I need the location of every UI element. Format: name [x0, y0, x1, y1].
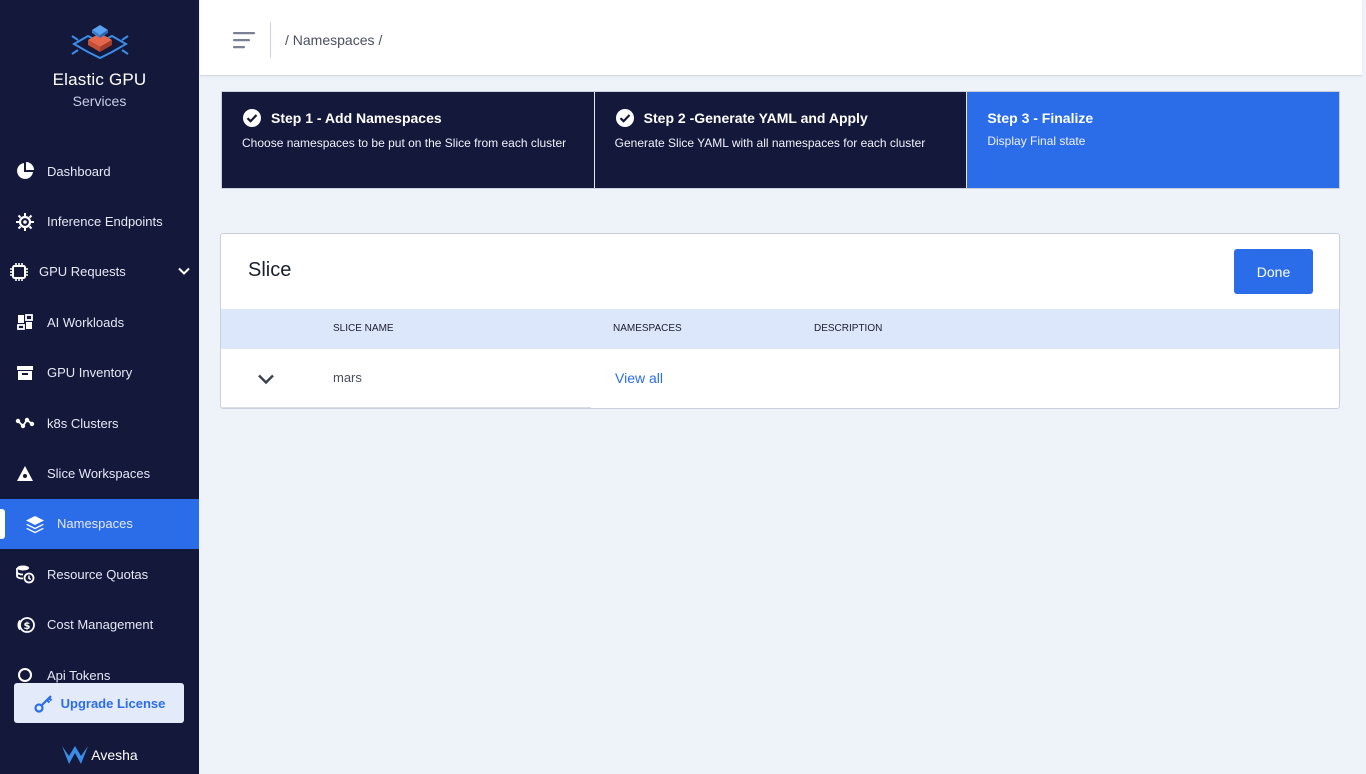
sidebar-item-slice-workspaces[interactable]: Slice Workspaces [0, 448, 199, 498]
sidebar-item-gpu-requests[interactable]: GPU Requests [0, 247, 199, 297]
dashboard-blocks-icon [14, 311, 36, 333]
dollar-coins-icon: $ [14, 614, 36, 636]
upgrade-license-button[interactable]: Upgrade License [14, 683, 184, 723]
svg-text:$: $ [24, 621, 31, 632]
avesha-label: Avesha [91, 747, 138, 763]
sidebar-item-resource-quotas[interactable]: Resource Quotas [0, 549, 199, 599]
archive-box-icon [14, 362, 36, 384]
sidebar-item-ai-workloads[interactable]: AI Workloads [0, 297, 199, 347]
stepper: Step 1 - Add Namespaces Choose namespace… [221, 91, 1340, 189]
column-header-slice-name: SLICE NAME [333, 323, 394, 334]
elastic-gpu-logo-icon [70, 25, 129, 60]
column-header-namespaces: NAMESPACES [613, 323, 682, 334]
brand-subtitle: Services [72, 93, 127, 109]
chip-icon [8, 261, 30, 283]
view-all-namespaces-link[interactable]: View all [615, 370, 663, 386]
sidebar-item-label: Dashboard [47, 163, 111, 179]
avesha-logo-icon [62, 746, 89, 764]
card-title: Slice [248, 259, 292, 281]
sidebar-item-k8s-clusters[interactable]: k8s Clusters [0, 398, 199, 448]
sidebar-item-label: GPU Inventory [47, 365, 133, 381]
step-title: Step 1 - Add Namespaces [271, 110, 442, 126]
check-circle-icon [615, 109, 634, 127]
gear-chip-icon [14, 211, 36, 233]
sidebar-item-cost-management[interactable]: $ Cost Management [0, 600, 199, 650]
coins-clock-icon [14, 563, 36, 585]
done-button[interactable]: Done [1234, 249, 1313, 294]
table-row: mars View all [221, 349, 1339, 408]
sidebar-item-label: k8s Clusters [47, 415, 119, 431]
row-divider [221, 407, 591, 408]
step-1: Step 1 - Add Namespaces Choose namespace… [222, 92, 595, 188]
sidebar-item-label: Namespaces [57, 516, 133, 532]
sidebar-item-label: AI Workloads [47, 314, 125, 330]
brand-title: Elastic GPU [52, 70, 147, 89]
sidebar-item-label: Cost Management [47, 617, 154, 633]
sidebar-item-label: Inference Endpoints [47, 214, 163, 230]
table-header: SLICE NAME NAMESPACES DESCRIPTION [221, 309, 1339, 349]
step-description: Generate Slice YAML with all namespaces … [614, 136, 926, 150]
sidebar-item-label: GPU Requests [39, 264, 126, 280]
pie-chart-icon [14, 160, 36, 182]
key-icon [34, 695, 52, 713]
avesha-brand: Avesha [0, 744, 199, 766]
layers-icon [24, 513, 46, 535]
step-2: Step 2 -Generate YAML and Apply Generate… [594, 92, 968, 188]
step-description: Display Final state [987, 134, 1086, 148]
breadcrumb: / Namespaces / [285, 32, 383, 48]
step-description: Choose namespaces to be put on the Slice… [242, 136, 567, 150]
top-bar: / Namespaces / [200, 0, 1362, 76]
sidebar-item-gpu-inventory[interactable]: GPU Inventory [0, 348, 199, 398]
sidebar-item-dashboard[interactable]: Dashboard [0, 146, 199, 196]
sidebar-item-inference-endpoints[interactable]: Inference Endpoints [0, 196, 199, 246]
upgrade-license-label: Upgrade License [60, 695, 166, 711]
nodes-icon [14, 412, 36, 434]
chevron-down-icon[interactable] [177, 264, 191, 278]
check-circle-icon [243, 109, 261, 127]
menu-toggle-icon[interactable] [233, 31, 257, 49]
step-3: Step 3 - Finalize Display Final state [967, 92, 1340, 188]
pyramid-icon [14, 463, 36, 485]
brand: Elastic GPU Services [0, 18, 199, 109]
sidebar-item-label: Api Tokens [47, 667, 111, 683]
header-divider [270, 22, 271, 58]
chevron-down-icon[interactable] [256, 369, 276, 389]
step-title: Step 2 -Generate YAML and Apply [643, 110, 868, 126]
sidebar: Elastic GPU Services Dashboard Inference… [0, 0, 199, 774]
slice-card: Slice Done SLICE NAME NAMESPACES DESCRIP… [220, 233, 1340, 409]
step-title: Step 3 - Finalize [987, 110, 1094, 126]
sidebar-nav: Dashboard Inference Endpoints GPU Reques… [0, 146, 199, 700]
sidebar-item-label: Resource Quotas [47, 566, 149, 582]
column-header-description: DESCRIPTION [814, 323, 883, 334]
sidebar-item-label: Slice Workspaces [47, 466, 151, 482]
slice-name-cell: mars [333, 370, 362, 385]
sidebar-item-namespaces[interactable]: Namespaces [0, 498, 199, 550]
